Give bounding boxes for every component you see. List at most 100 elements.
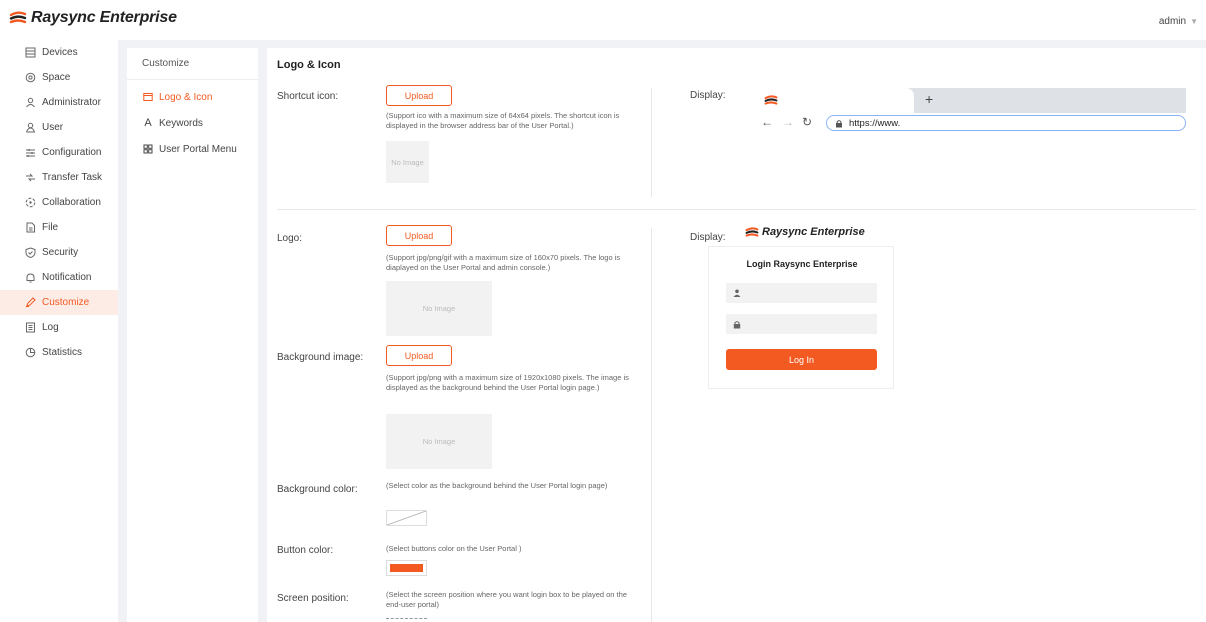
logo-hint: (Support jpg/png/gif with a maximum size…	[386, 253, 621, 272]
statistics-icon	[24, 347, 36, 359]
login-button-preview: Log In	[726, 349, 877, 370]
sidebar-item-label: Notification	[42, 272, 92, 283]
sidebar-item-label: Statistics	[42, 347, 83, 358]
transfer-task-icon	[24, 172, 36, 184]
raysync-logo-icon	[9, 11, 27, 24]
browser-tab	[751, 88, 914, 113]
logo-placeholder: No Image	[386, 281, 492, 336]
button-color-picker[interactable]	[386, 560, 427, 576]
sidebar: Devices Space Administrator User Configu…	[0, 40, 118, 622]
address-url: https://www.	[849, 117, 901, 129]
background-color-hint: (Select color as the background behind t…	[386, 481, 608, 490]
sidebar-item-label: Configuration	[42, 147, 102, 158]
divider	[651, 88, 652, 197]
subnav-item-label: Logo & Icon	[159, 91, 213, 103]
upload-background-image-button[interactable]: Upload	[386, 345, 452, 366]
sidebar-item-label: Transfer Task	[42, 172, 103, 183]
upload-shortcut-icon-button[interactable]: Upload	[386, 85, 452, 106]
sidebar-item-statistics[interactable]: Statistics	[0, 340, 118, 365]
sidebar-item-collaboration[interactable]: Collaboration	[0, 190, 118, 215]
sidebar-item-label: Space	[42, 72, 71, 83]
sidebar-item-label: Administrator	[42, 97, 101, 108]
button-color-hint: (Select buttons color on the User Portal…	[386, 544, 522, 553]
subnav-title: Customize	[127, 48, 258, 80]
new-tab-icon: +	[925, 91, 934, 107]
preview-brand-name: Raysync Enterprise	[762, 226, 865, 238]
sidebar-item-notification[interactable]: Notification	[0, 265, 118, 290]
no-color-icon	[387, 511, 426, 525]
sidebar-item-space[interactable]: Space	[0, 65, 118, 90]
sidebar-item-customize[interactable]: Customize	[0, 290, 118, 315]
sidebar-item-label: Devices	[42, 47, 78, 58]
logo-display-label: Display:	[690, 232, 726, 243]
log-icon	[24, 322, 36, 334]
background-image-label: Background image:	[277, 352, 364, 363]
sidebar-item-label: Customize	[42, 297, 90, 308]
sidebar-item-file[interactable]: File	[0, 215, 118, 240]
login-preview-card: Login Raysync Enterprise Log In	[708, 246, 894, 389]
top-header: Raysync Enterprise admin ▼	[0, 0, 1206, 40]
sidebar-item-transfer-task[interactable]: Transfer Task	[0, 165, 118, 190]
button-color-fill	[390, 564, 423, 572]
upload-logo-button[interactable]: Upload	[386, 225, 452, 246]
screen-position-hint: (Select the screen position where you wa…	[386, 590, 627, 609]
background-image-hint: (Support jpg/png with a maximum size of …	[386, 373, 629, 392]
chevron-down-icon: ▼	[1190, 17, 1198, 26]
user-menu[interactable]: admin ▼	[1159, 16, 1198, 27]
brand-name: Raysync Enterprise	[31, 9, 177, 26]
sidebar-item-security[interactable]: Security	[0, 240, 118, 265]
sidebar-item-label: Collaboration	[42, 197, 101, 208]
sidebar-item-administrator[interactable]: Administrator	[0, 90, 118, 115]
security-icon	[24, 247, 36, 259]
browser-preview: + ← → ↻ https://www.	[751, 88, 1186, 134]
sidebar-item-devices[interactable]: Devices	[0, 40, 118, 65]
background-color-picker[interactable]	[386, 510, 427, 526]
sidebar-item-user[interactable]: User	[0, 115, 118, 140]
raysync-logo-icon	[745, 226, 759, 237]
person-icon	[733, 289, 741, 297]
back-arrow-icon: ←	[761, 115, 773, 129]
subnav-item-label: User Portal Menu	[159, 143, 237, 155]
devices-icon	[24, 47, 36, 59]
button-color-label: Button color:	[277, 545, 334, 556]
customize-subnav: Customize Logo & Icon A Keywords User Po…	[127, 48, 258, 622]
subnav-item-logo-icon[interactable]: Logo & Icon	[127, 84, 258, 110]
administrator-icon	[24, 97, 36, 109]
shortcut-icon-placeholder: No Image	[386, 141, 429, 183]
space-icon	[24, 72, 36, 84]
sidebar-item-label: Log	[42, 322, 59, 333]
username: admin	[1158, 16, 1187, 27]
sidebar-item-label: File	[42, 222, 59, 233]
lock-icon	[836, 119, 842, 127]
background-image-placeholder: No Image	[386, 414, 492, 469]
preview-brand: Raysync Enterprise	[745, 226, 865, 238]
image-icon	[142, 92, 154, 102]
file-icon	[24, 222, 36, 234]
grid-icon	[142, 144, 154, 154]
notification-icon	[24, 272, 36, 284]
brand[interactable]: Raysync Enterprise	[9, 9, 177, 27]
logo-label: Logo:	[277, 233, 303, 244]
user-icon	[24, 122, 36, 134]
address-bar: https://www.	[826, 115, 1186, 131]
reload-icon: ↻	[802, 115, 813, 129]
sidebar-item-configuration[interactable]: Configuration	[0, 140, 118, 165]
shortcut-display-label: Display:	[690, 90, 726, 101]
lock-icon	[733, 320, 741, 328]
password-field-preview	[726, 314, 877, 334]
divider	[651, 228, 652, 622]
screen-position-selector[interactable]	[386, 618, 427, 622]
shortcut-icon-hint: (Support ico with a maximum size of 64x6…	[386, 111, 620, 130]
customize-icon	[24, 297, 36, 309]
subnav-item-keywords[interactable]: A Keywords	[127, 110, 258, 136]
sidebar-item-label: Security	[42, 247, 79, 258]
configuration-icon	[24, 147, 36, 159]
background-color-label: Background color:	[277, 484, 358, 495]
collaboration-icon	[24, 197, 36, 209]
section-divider	[277, 209, 1196, 210]
keywords-icon: A	[144, 117, 152, 129]
sidebar-item-log[interactable]: Log	[0, 315, 118, 340]
sidebar-item-label: User	[42, 122, 64, 133]
favicon-icon	[764, 95, 778, 105]
subnav-item-user-portal-menu[interactable]: User Portal Menu	[127, 136, 258, 162]
